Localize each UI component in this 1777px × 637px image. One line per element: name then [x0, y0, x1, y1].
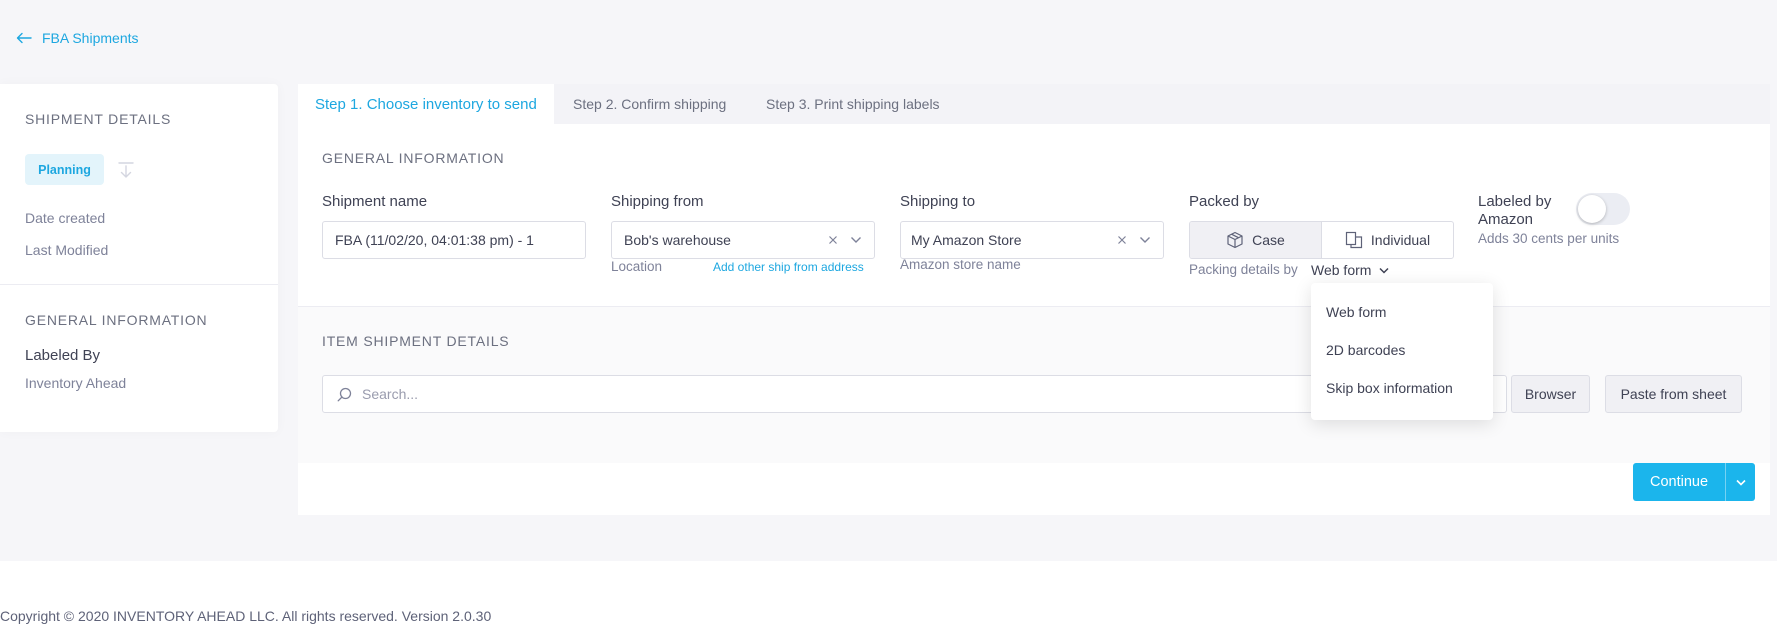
continue-button[interactable]: Continue	[1633, 463, 1755, 501]
clear-icon[interactable]	[1117, 235, 1127, 245]
packed-by-case-label: Case	[1252, 232, 1285, 248]
tab-step-3[interactable]: Step 3. Print shipping labels	[766, 84, 940, 124]
step-tabs: Step 1. Choose inventory to send Step 2.…	[298, 84, 1770, 124]
date-created-label: Date created	[25, 210, 106, 226]
dropdown-option-skip-box-info[interactable]: Skip box information	[1311, 369, 1493, 407]
shipping-from-label: Shipping from	[611, 193, 704, 210]
shipment-sidebar: SHIPMENT DETAILS Planning Date created L…	[0, 84, 278, 432]
packing-details-select[interactable]: Web form	[1311, 262, 1389, 278]
toggle-knob	[1578, 195, 1606, 223]
chevron-down-icon[interactable]	[850, 236, 862, 244]
dropdown-option-2d-barcodes[interactable]: 2D barcodes	[1311, 331, 1493, 369]
clear-icon[interactable]	[828, 235, 838, 245]
back-link[interactable]: FBA Shipments	[16, 30, 139, 46]
shipping-to-label: Shipping to	[900, 193, 976, 210]
packed-by-case-button[interactable]: Case	[1190, 222, 1322, 258]
add-ship-from-address-link[interactable]: Add other ship from address	[713, 260, 864, 274]
last-modified-label: Last Modified	[25, 242, 109, 258]
back-link-label: FBA Shipments	[42, 30, 139, 46]
labeled-by-title: Labeled By	[25, 347, 101, 364]
shipment-name-value: FBA (11/02/20, 04:01:38 pm) - 1	[335, 232, 534, 248]
tab-step-1[interactable]: Step 1. Choose inventory to send	[298, 84, 554, 124]
box-icon	[1226, 231, 1244, 249]
packed-by-individual-label: Individual	[1370, 232, 1431, 248]
search-placeholder: Search...	[362, 386, 419, 402]
footer	[0, 561, 1777, 637]
item-shipment-details-title: ITEM SHIPMENT DETAILS	[322, 333, 510, 349]
continue-label[interactable]: Continue	[1633, 463, 1725, 501]
shipment-name-label: Shipment name	[322, 193, 428, 210]
packed-by-individual-button[interactable]: Individual	[1322, 222, 1453, 258]
shipment-name-input[interactable]: FBA (11/02/20, 04:01:38 pm) - 1	[322, 221, 586, 259]
packing-details-label: Packing details by	[1189, 262, 1298, 277]
packing-details-dropdown: Web form 2D barcodes Skip box informatio…	[1311, 283, 1493, 420]
footer-copyright: Copyright © 2020 INVENTORY AHEAD LLC. Al…	[0, 608, 492, 624]
general-info-title: GENERAL INFORMATION	[25, 312, 208, 328]
location-label: Location	[611, 259, 663, 274]
shipping-to-select[interactable]: My Amazon Store	[900, 221, 1164, 259]
amazon-store-name-label: Amazon store name	[900, 257, 1021, 272]
divider	[0, 284, 278, 285]
dropdown-option-web-form[interactable]: Web form	[1311, 293, 1493, 331]
tab-step-2[interactable]: Step 2. Confirm shipping	[573, 84, 726, 124]
labeled-by-amazon-label: Labeled by Amazon	[1478, 193, 1552, 228]
search-icon	[337, 387, 352, 402]
copy-icon	[1345, 231, 1363, 249]
packing-details-value: Web form	[1311, 262, 1372, 278]
status-badge: Planning	[25, 154, 104, 185]
labeled-by-amazon-toggle[interactable]	[1576, 193, 1630, 225]
shipping-from-select[interactable]: Bob's warehouse	[611, 221, 875, 259]
arrow-left-icon	[16, 32, 32, 44]
general-information-title: GENERAL INFORMATION	[322, 150, 505, 166]
shipment-details-title: SHIPMENT DETAILS	[25, 111, 172, 127]
chevron-down-icon[interactable]	[1139, 236, 1151, 244]
shipping-to-value: My Amazon Store	[911, 232, 1022, 248]
chevron-down-icon[interactable]	[1725, 463, 1755, 501]
packed-by-label: Packed by	[1189, 193, 1260, 210]
packed-by-toggle: Case Individual	[1189, 221, 1454, 259]
paste-from-sheet-button[interactable]: Paste from sheet	[1605, 375, 1742, 413]
download-icon[interactable]	[116, 160, 136, 180]
browser-button[interactable]: Browser	[1511, 375, 1590, 413]
chevron-down-icon	[1379, 267, 1389, 274]
adds-cents-text: Adds 30 cents per units	[1478, 231, 1620, 246]
shipping-from-value: Bob's warehouse	[624, 232, 731, 248]
labeled-by-value: Inventory Ahead	[25, 375, 127, 391]
